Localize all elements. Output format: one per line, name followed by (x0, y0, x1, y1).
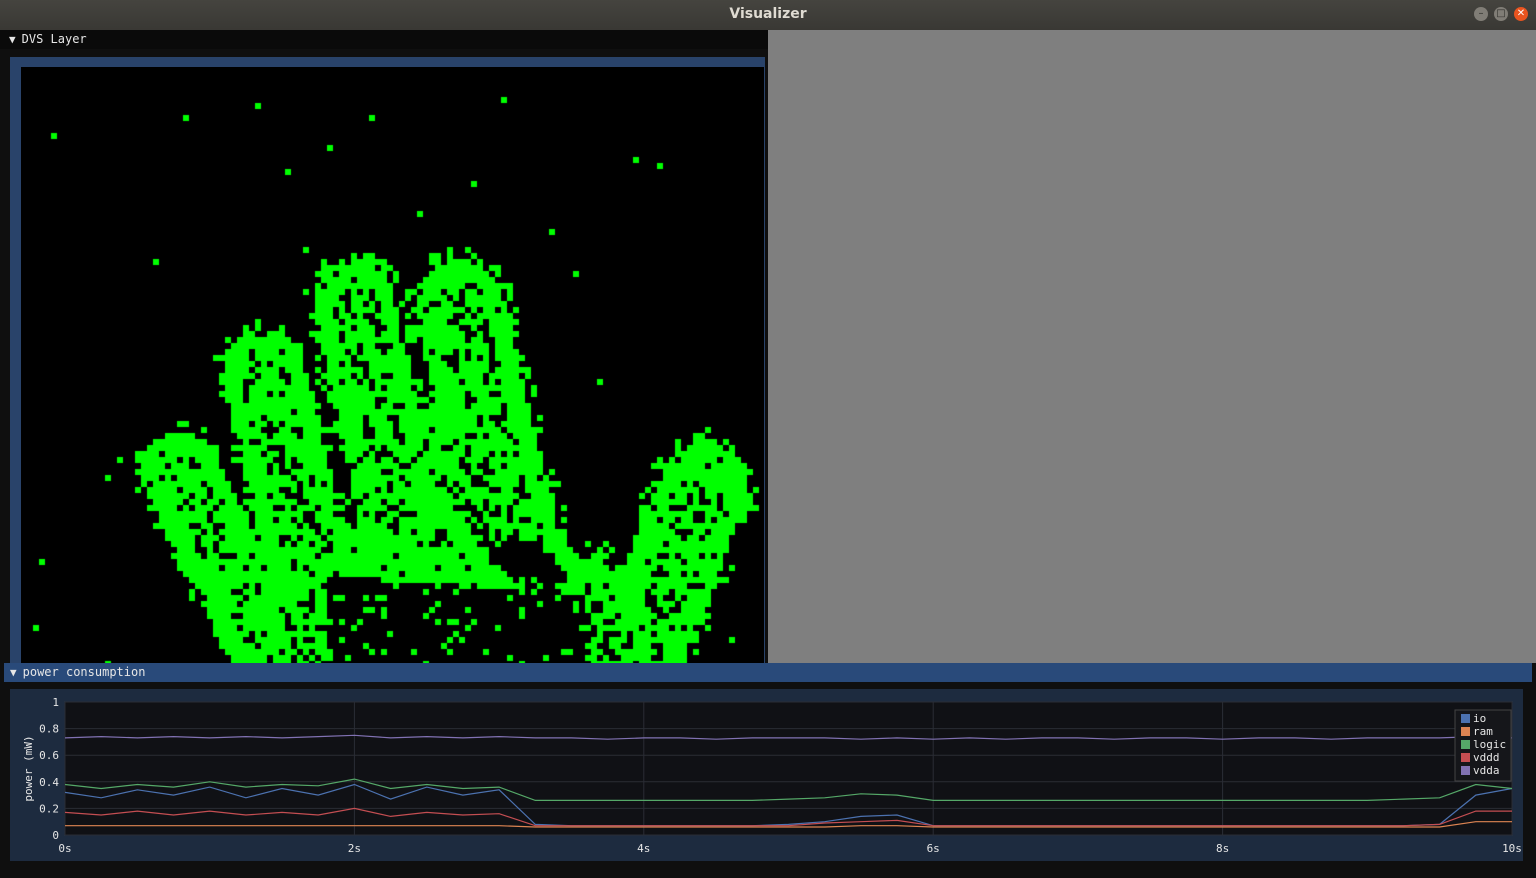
power-consumption-window: ▼ power consumption 0s 2s 4s 6s 8s 10s 0 0.2 0.4 0… (0, 663, 1536, 878)
dvs-event-display (21, 67, 764, 663)
legend-swatch-ram[interactable] (1461, 727, 1470, 736)
collapse-arrow-icon[interactable]: ▼ (9, 30, 16, 49)
x-tick-label: 4s (637, 842, 650, 855)
legend-label-ram[interactable]: ram (1473, 725, 1493, 738)
legend-label-logic[interactable]: logic (1473, 738, 1506, 751)
legend-label-vdda[interactable]: vdda (1473, 764, 1500, 777)
x-tick-label: 8s (1216, 842, 1229, 855)
x-tick-label: 0s (58, 842, 71, 855)
power-plot[interactable]: 0s 2s 4s 6s 8s 10s 0 0.2 0.4 0.6 0.8 1 power (mW) ior… (10, 689, 1523, 861)
y-tick-label: 0.4 (39, 776, 59, 789)
dvs-layer-title: DVS Layer (21, 32, 87, 46)
plot-frame: 0s 2s 4s 6s 8s 10s 0 0.2 0.4 0.6 0.8 1 power (mW) io r… (10, 689, 1523, 861)
legend-swatch-vddd[interactable] (1461, 753, 1470, 762)
power-consumption-header[interactable]: ▼ power consumption (4, 663, 1532, 682)
plot-area[interactable] (64, 701, 1513, 836)
legend-label-io[interactable]: io (1473, 712, 1486, 725)
close-icon[interactable]: ✕ (1514, 7, 1528, 21)
y-tick-label: 0.8 (39, 723, 59, 736)
legend-label-vddd[interactable]: vddd (1473, 751, 1500, 764)
y-tick-label: 0 (52, 829, 59, 842)
x-tick-label: 10s (1502, 842, 1522, 855)
y-tick-label: 1 (52, 696, 59, 709)
maximize-icon[interactable]: □ (1494, 7, 1508, 21)
dvs-layer-header[interactable]: ▼ DVS Layer (0, 30, 768, 49)
collapse-arrow-icon[interactable]: ▼ (10, 663, 17, 682)
y-tick-label: 0.6 (39, 749, 59, 762)
title-bar: Visualizer – □ ✕ (0, 0, 1536, 30)
legend-swatch-io[interactable] (1461, 714, 1470, 723)
x-tick-label: 6s (927, 842, 940, 855)
y-tick-label: 0.2 (39, 802, 59, 815)
x-tick-label: 2s (348, 842, 361, 855)
legend-swatch-vdda[interactable] (1461, 766, 1470, 775)
power-consumption-title: power consumption (22, 665, 146, 679)
y-axis-label: power (mW) (22, 735, 35, 801)
window-title: Visualizer (729, 6, 807, 22)
legend-swatch-logic[interactable] (1461, 740, 1470, 749)
minimize-icon[interactable]: – (1474, 7, 1488, 21)
